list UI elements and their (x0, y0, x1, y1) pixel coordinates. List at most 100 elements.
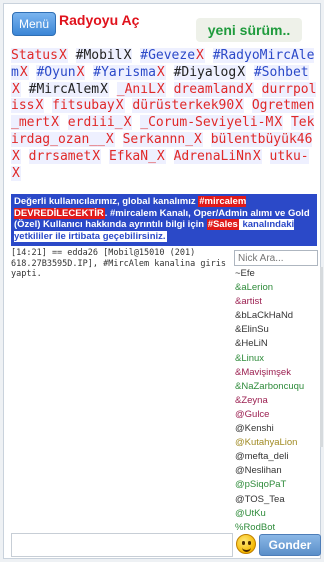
close-icon[interactable]: X (122, 48, 133, 63)
tab-label: #Geveze (140, 48, 196, 63)
nick-item[interactable]: @KutahyaLion (235, 436, 321, 450)
tab[interactable]: dürüsterkek90X (132, 98, 244, 114)
close-icon[interactable]: X (11, 165, 21, 181)
close-icon[interactable]: X (104, 131, 115, 147)
tab[interactable]: #DiyalogX (173, 64, 247, 80)
notice-text: alımı ve (247, 207, 288, 219)
close-icon[interactable]: X (99, 81, 109, 97)
nick-item[interactable]: ~Efe (235, 267, 321, 281)
tab[interactable]: _AnıLX (116, 81, 166, 97)
tab[interactable]: #MircAlemX (28, 81, 109, 97)
nick-item[interactable]: @mefta_deli (235, 450, 321, 464)
nick-item[interactable]: &Linux (235, 352, 321, 366)
tab-label: #Diyalog (173, 64, 237, 80)
notice-bold: #mircalem (110, 207, 158, 219)
chat-log: [14:21] == edda26 [Mobil@15010 (201) 618… (11, 248, 233, 533)
tab-label: _Corum-Seviyeli-M (140, 115, 274, 131)
tab-label: AdrenaLiNn (173, 148, 252, 164)
tab[interactable]: erdiii_X (67, 115, 133, 131)
tab-label: #Oyun (36, 64, 76, 80)
tab[interactable]: #GevezeX (140, 48, 205, 63)
tab-label: _AnıL (116, 81, 156, 97)
notice-text: Değerli kullanıcılarımız, global kanalım… (14, 196, 199, 207)
close-icon[interactable]: X (122, 115, 133, 131)
nick-item[interactable]: &aLerion (235, 281, 321, 295)
tab[interactable]: #OyunX (36, 64, 86, 80)
close-icon[interactable]: X (75, 64, 86, 80)
tab[interactable]: #MobilX (75, 48, 133, 63)
chat-line: [14:21] == edda26 [Mobil@15010 (201) 618… (11, 248, 226, 279)
nick-item[interactable]: @Neslihan (235, 464, 321, 478)
close-icon[interactable]: X (193, 131, 203, 147)
notice-highlight: #Sales (206, 219, 239, 231)
nick-item[interactable]: &Zeyna (235, 394, 321, 408)
close-icon[interactable]: X (195, 48, 205, 63)
nick-item[interactable]: &ElinSu (235, 323, 321, 337)
close-icon[interactable]: X (155, 148, 166, 164)
menu-button[interactable]: Menü (12, 12, 56, 36)
close-icon[interactable]: X (114, 98, 125, 114)
tab-label: #MircAlem (28, 81, 100, 97)
tab-label: Status (11, 48, 58, 63)
nick-item[interactable]: @Kenshi (235, 422, 321, 436)
tab-label: dreamland (173, 81, 245, 97)
tab[interactable]: drrsametX (28, 148, 102, 164)
close-icon[interactable]: X (11, 148, 21, 164)
close-icon[interactable]: X (273, 115, 284, 131)
tab-label: EfkaN_ (108, 148, 156, 164)
nick-search-input[interactable] (234, 250, 318, 266)
close-icon[interactable]: X (244, 81, 254, 97)
nick-item[interactable]: &artist (235, 295, 321, 309)
top-bar: Menü Radyoyu Aç yeni sürüm.. (4, 4, 320, 44)
tab-label: bülentbüyük46 (210, 131, 313, 147)
tab[interactable]: fitsubayX (52, 98, 125, 114)
notice-text: Kanalı, (157, 207, 194, 219)
close-icon[interactable]: X (18, 64, 29, 80)
nick-item[interactable]: &Mavişimşek (235, 366, 321, 380)
tab-label: drrsamet (28, 148, 92, 164)
close-icon[interactable]: X (34, 98, 45, 114)
tab-bar: StatusX #MobilX #GevezeX #RadyoMircAlemX… (11, 48, 317, 182)
send-button[interactable]: Gonder (259, 534, 321, 556)
tab[interactable]: EfkaN_X (108, 148, 166, 164)
close-icon[interactable]: X (236, 64, 247, 80)
nick-item[interactable]: @Gulce (235, 408, 321, 422)
smiley-icon[interactable] (236, 534, 256, 554)
tab-label: Serkannn_ (122, 131, 194, 147)
close-icon[interactable]: X (155, 81, 166, 97)
nick-item[interactable]: &bLaCkHaNd (235, 309, 321, 323)
nick-list: ~Efe &aLerion &artist &bLaCkHaNd &ElinSu &HeL… (235, 267, 321, 531)
tab[interactable]: _Corum-Seviyeli-MX (140, 115, 284, 131)
tab-label: fitsubay (52, 98, 115, 114)
notice-bold: Oper/Admin (193, 207, 248, 219)
tab[interactable]: Serkannn_X (122, 131, 203, 147)
close-icon[interactable]: X (234, 98, 244, 114)
nick-item[interactable]: @TOS_Tea (235, 493, 321, 507)
nick-item[interactable]: %RodBot (235, 521, 321, 531)
tab[interactable]: #YarismaX (93, 64, 166, 80)
close-icon[interactable]: X (50, 115, 60, 131)
tab-label: utku- (269, 148, 309, 164)
tab-label: erdiii_ (67, 115, 123, 131)
notice-text: hakkında ayrıntılı bilgi için (82, 219, 207, 231)
nick-list-scrollbar[interactable] (320, 267, 323, 447)
nick-item[interactable]: &HeLiN (235, 337, 321, 351)
close-icon[interactable]: X (11, 81, 21, 97)
close-icon[interactable]: X (91, 148, 102, 164)
radio-toggle-link[interactable]: Radyoyu Aç (59, 12, 139, 28)
close-icon[interactable]: X (251, 148, 262, 164)
tab[interactable]: dreamlandX (173, 81, 254, 97)
chat-window: Menü Radyoyu Aç yeni sürüm.. StatusX #Mo… (3, 3, 323, 559)
nick-item[interactable]: &NaZarboncuqu (235, 380, 321, 394)
nick-item[interactable]: @UtKu (235, 507, 321, 521)
nick-item[interactable]: @pSiqoPaT (235, 478, 321, 492)
close-icon[interactable]: X (57, 48, 68, 63)
tab[interactable]: StatusX (11, 48, 68, 63)
channel-notice: Değerli kullanıcılarımız, global kanalım… (11, 194, 317, 246)
tab[interactable]: AdrenaLiNnX (173, 148, 262, 164)
tab-label: #Sohbet (253, 64, 309, 80)
close-icon[interactable]: X (155, 64, 166, 80)
tab-label: #Mobil (75, 48, 123, 63)
new-version-link[interactable]: yeni sürüm.. (196, 18, 302, 42)
message-input[interactable] (11, 533, 233, 557)
